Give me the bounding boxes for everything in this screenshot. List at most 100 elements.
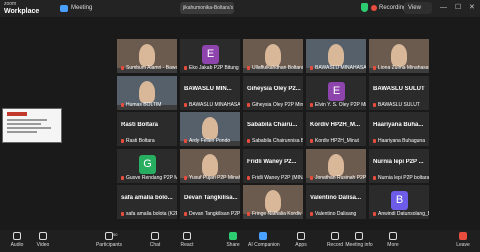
participant-display-name: Rasti Boltara — [121, 122, 159, 129]
participant-name-label: Sumbum Alamri - Bawaslu B... — [121, 65, 177, 71]
participants-button[interactable]: Participants 50 — [94, 232, 124, 248]
react-button[interactable]: React — [172, 232, 202, 248]
participant-name: safa amalia bolota (K2P... — [126, 211, 177, 218]
participant-name: Sumbum Alamri - Bawaslu B... — [126, 65, 177, 71]
chat-icon — [151, 232, 159, 240]
mic-muted-icon — [184, 66, 187, 70]
meeting-tab[interactable]: Meeting — [71, 5, 92, 11]
participant-tile[interactable]: Liona Zulma Minahasa — [369, 39, 429, 73]
participant-tile[interactable]: Fridli Waney P2... Fridli Waney P2P (MINA… — [243, 148, 303, 183]
participant-tile[interactable]: GGusve Rendang P2P Mina... — [117, 148, 177, 183]
mic-muted-icon — [310, 175, 313, 180]
more-button[interactable]: More — [378, 232, 408, 248]
meeting-icon — [60, 5, 68, 12]
mic-muted-icon — [184, 212, 187, 217]
ai-button[interactable]: AI Companion — [248, 232, 280, 248]
share-button[interactable]: Share — [218, 232, 248, 248]
leave-icon — [459, 232, 467, 240]
mic-muted-icon — [310, 212, 313, 217]
minimize-icon[interactable]: — — [440, 4, 447, 12]
participant-tile[interactable]: Kordiv HP2H_M... Kordiv HP2H_Minut — [306, 112, 366, 147]
share-label: Share — [226, 242, 240, 248]
participant-tile[interactable]: Valentino Dalisa... Valentino Dalisang — [306, 185, 366, 220]
recording-label: Recording — [379, 5, 407, 11]
participant-name-label: Valentino Dalisang — [310, 211, 366, 217]
participant-display-name: Giheysia Oley P2... — [247, 85, 301, 92]
ai-icon — [259, 232, 267, 240]
mic-muted-icon — [373, 175, 376, 180]
participants-icon — [105, 232, 113, 240]
view-button[interactable]: View — [404, 2, 432, 14]
participant-display-name: Valentino Dalisa... — [310, 195, 362, 202]
participant-display-name: BAWASLU SULUT — [373, 85, 425, 92]
participant-figure — [202, 117, 218, 140]
leave-label: Leave — [456, 242, 470, 248]
participant-name: Nurnia lepi P2P boltara — [378, 174, 429, 181]
chat-button[interactable]: Chat — [140, 232, 170, 248]
mic-muted-icon — [373, 66, 376, 70]
mic-muted-icon — [310, 139, 313, 144]
participant-name-label: Jonathan Rusinah P2P Mi... — [310, 175, 366, 181]
participant-tile[interactable]: Giheysia Oley P2... Giheysia Oley P2P Min… — [243, 75, 303, 110]
participants-count-badge: 50 — [113, 232, 118, 237]
participant-tile[interactable]: safa amalia bolo... safa amalia bolota (K… — [117, 185, 177, 220]
participant-tile[interactable]: BAnwindi Datunsolang_B... — [369, 185, 429, 220]
participant-name: Devan Tangkilisan P2P ... — [189, 211, 240, 218]
avatar: E — [328, 81, 345, 101]
participant-tile[interactable]: Yusuf Pujari P2P Minahas... — [180, 148, 240, 183]
participant-name-label: Fridli Waney P2P (MINA... — [247, 175, 303, 181]
participant-name: Anwindi Datunsolang_B... — [378, 211, 429, 218]
apps-button[interactable]: Apps — [286, 232, 316, 248]
participant-tile[interactable]: Jonathan Rusinah P2P Mi... — [306, 148, 366, 183]
mic-muted-icon — [184, 102, 187, 107]
participant-tile[interactable]: Sumbum Alamri - Bawaslu B... — [117, 39, 177, 73]
maximize-icon[interactable]: ☐ — [455, 4, 461, 12]
mic-muted-icon — [247, 102, 250, 107]
record-icon — [331, 232, 339, 240]
participant-name-label: Fringe Nathalia Kordiv H... — [247, 211, 303, 217]
participant-tile[interactable]: Ardy Fellen Pondo — [180, 112, 240, 147]
participant-tile[interactable]: Rasti Boltara Rasti Boltara — [117, 112, 177, 147]
meeting-info-button[interactable]: Meeting info — [344, 232, 374, 248]
mic-muted-icon — [373, 212, 376, 217]
participant-tile[interactable]: Sababila Chairu... Sababila Chairunnisa B… — [243, 112, 303, 147]
mic-muted-icon — [310, 66, 313, 70]
meeting-info-icon — [355, 232, 363, 240]
screen-share-indicator[interactable]: jikahumonika-Boltara's screen — [180, 2, 234, 14]
shield-icon[interactable] — [361, 3, 368, 12]
participant-tile[interactable]: Humas BOLTIM — [117, 75, 177, 110]
participant-display-name: Haariyana Buha... — [373, 122, 424, 129]
participant-tile[interactable]: Haariyana Buha... Haariyana Buhaguna — [369, 112, 429, 147]
participant-tile[interactable]: Devan Tangkilisa... Devan Tangkilisan P2P… — [180, 185, 240, 220]
participant-figure — [328, 153, 344, 176]
participant-tile[interactable]: E Eko Jakab P2P Bitung — [180, 39, 240, 73]
more-label: More — [387, 242, 399, 248]
participant-name-label: Giheysia Oley P2P Mina... — [247, 102, 303, 108]
participant-name-label: Nurnia lepi P2P boltara — [373, 175, 429, 181]
participant-tile[interactable]: BAWASLU MINAHASA... — [306, 39, 366, 73]
participant-name-label: Eko Jakab P2P Bitung — [184, 65, 240, 71]
mic-muted-icon — [184, 175, 187, 180]
participant-tile[interactable]: BAWASLU MIN... BAWASLU MINAHASA U... — [180, 75, 240, 110]
close-icon[interactable]: ✕ — [469, 4, 475, 12]
react-icon — [183, 232, 191, 240]
brand-line1: zoom — [4, 1, 17, 7]
mic-muted-icon — [121, 66, 124, 70]
participant-name-label: Anwindi Datunsolang_B... — [373, 211, 429, 217]
participant-tile[interactable]: BAWASLU SULUT BAWASLU SULUT — [369, 75, 429, 110]
leave-button[interactable]: Leave — [448, 232, 478, 248]
avatar: E — [202, 45, 219, 64]
participant-tile[interactable]: Nurnia lepi P2P ... Nurnia lepi P2P bolta… — [369, 148, 429, 183]
participant-name: Rasti Boltara — [126, 138, 155, 145]
participant-tile[interactable]: Ullaffulkahdhan Boltara — [243, 39, 303, 73]
shared-screen-thumbnail[interactable] — [2, 108, 62, 143]
participant-tile[interactable]: Fringe Nathalia Kordiv H... — [243, 185, 303, 220]
react-label: React — [180, 242, 194, 248]
mic-muted-icon — [184, 139, 187, 144]
participant-figure — [139, 44, 155, 66]
participant-name: Fringe Nathalia Kordiv H... — [252, 211, 303, 218]
participant-name: Humas BOLTIM — [126, 101, 162, 108]
video-button[interactable]: Video — [28, 232, 58, 248]
participant-tile[interactable]: E Elvin Y. S. Oley P2P Mi... — [306, 75, 366, 110]
avatar: G — [139, 154, 156, 174]
